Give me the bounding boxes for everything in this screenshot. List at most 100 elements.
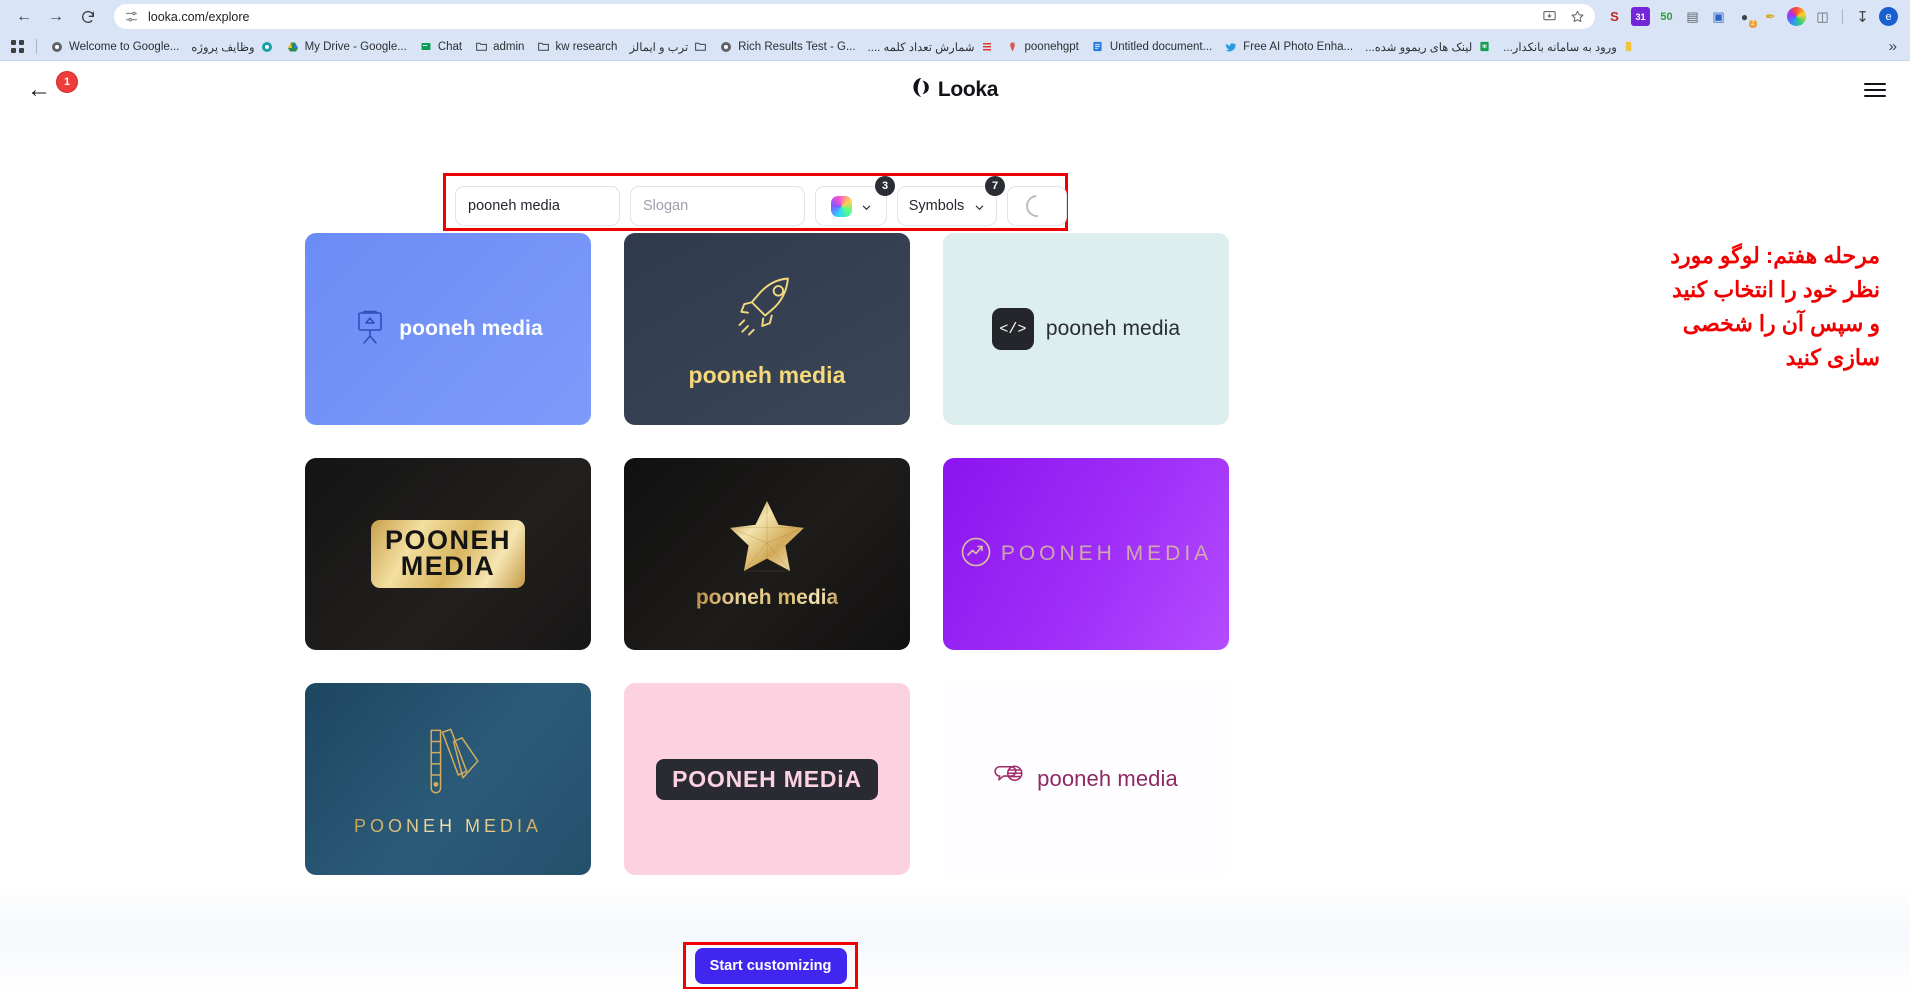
business-name-input[interactable]: pooneh media [455, 186, 620, 226]
globe-icon [260, 40, 274, 54]
symbols-filter-dropdown[interactable]: Symbols 7 [897, 186, 997, 226]
calendar-extension-icon[interactable]: 31 [1631, 7, 1650, 26]
bookmark-label: ورود به سامانه بانکدار... [1503, 40, 1617, 54]
logo-card[interactable]: POONEH MEDiA [624, 683, 910, 875]
site-settings-icon[interactable] [124, 9, 139, 24]
app-header: ← 1 Looka [0, 61, 1910, 119]
bookmark-label: Rich Results Test - G... [738, 41, 855, 53]
back-arrow-icon[interactable]: ← [24, 75, 54, 105]
notes-extension-icon[interactable]: ▤ [1683, 7, 1702, 26]
bookmarks-divider [36, 39, 37, 54]
back-icon[interactable]: ← [10, 3, 38, 31]
bookmark-item[interactable]: Rich Results Test - G... [714, 38, 860, 56]
bookmarks-bar: Welcome to Google... وظایف پروژه My Driv… [0, 33, 1910, 60]
bookmark-label: Welcome to Google... [69, 41, 179, 53]
logo-search-bar: pooneh media Slogan 3 Symbols 7 [455, 186, 1067, 226]
logo-card[interactable]: pooneh media [305, 233, 591, 425]
bookmark-item[interactable]: لینک های ریموو شده... [1360, 38, 1496, 56]
annotation-line-1: مرحله هفتم: لوگو مورد [1550, 239, 1880, 273]
bookmark-label: poonehgpt [1025, 41, 1079, 53]
google-chrome-icon [50, 40, 64, 54]
gold-plate: POONEH MEDIA [371, 520, 525, 587]
battery-extension-icon[interactable]: ◫ [1813, 7, 1832, 26]
url-text: looka.com/explore [148, 10, 249, 24]
color-filter-dropdown[interactable]: 3 [815, 186, 887, 226]
bookmark-item[interactable]: ورود به سامانه بانکدار... [1498, 38, 1641, 56]
highlighter-extension-icon[interactable]: ✒ [1761, 7, 1780, 26]
logo-card[interactable]: POONEH MEDIA [305, 683, 591, 875]
apps-grid-icon[interactable] [8, 37, 28, 57]
logo-text: POONEH MEDiA [656, 759, 878, 800]
forward-icon[interactable]: → [42, 3, 70, 31]
logo-card[interactable]: pooneh media [624, 233, 910, 425]
logo-card[interactable]: POONEH MEDIA [305, 458, 591, 650]
bookmark-label: وظایف پروژه [191, 40, 254, 54]
install-app-icon[interactable] [1542, 9, 1557, 24]
step-badge: 1 [56, 71, 78, 93]
color-count-badge: 3 [875, 176, 895, 196]
seo-extension-icon[interactable]: S [1605, 7, 1624, 26]
easel-artboard-icon [353, 309, 387, 350]
bookmark-item[interactable]: Chat [414, 38, 467, 56]
color-fan-swatch-icon [411, 721, 485, 808]
address-bar[interactable]: looka.com/explore [114, 4, 1595, 29]
bookmark-label: admin [493, 41, 524, 53]
bookmarks-overflow-button[interactable]: » [1884, 38, 1902, 55]
downloads-icon[interactable]: ↧ [1853, 7, 1872, 26]
color-swatch-icon [831, 196, 852, 217]
grammar-extension-icon[interactable]: ●1 [1735, 7, 1754, 26]
bookmark-item[interactable]: ترب و ایمالز [624, 38, 712, 56]
bookmark-item[interactable]: شمارش تعداد کلمه .... [863, 38, 999, 56]
logo-text: pooneh media [696, 586, 838, 610]
hamburger-menu-icon[interactable] [1864, 83, 1886, 97]
bookmark-label: My Drive - Google... [305, 41, 407, 53]
bookmark-label: لینک های ریموو شده... [1365, 40, 1472, 54]
bookmark-item[interactable]: Free AI Photo Enha... [1219, 38, 1358, 56]
tv-extension-icon[interactable]: ▣ [1709, 7, 1728, 26]
logo-text: POONEH MEDIA [1001, 542, 1212, 566]
logo-card[interactable]: POONEH MEDIA [943, 458, 1229, 650]
bookmark-item[interactable]: Untitled document... [1086, 38, 1217, 56]
yellow-icon [1622, 40, 1636, 54]
bookmark-item[interactable]: kw research [531, 38, 622, 56]
bookmark-star-icon[interactable] [1570, 9, 1585, 24]
logo-text: pooneh media [399, 317, 543, 341]
bookmark-item[interactable]: وظایف پروژه [186, 38, 278, 56]
profile-avatar[interactable]: e [1879, 7, 1898, 26]
code-brackets-icon: </> [992, 308, 1034, 350]
start-customizing-button[interactable]: Start customizing [695, 948, 847, 984]
symbols-label: Symbols [909, 198, 965, 214]
red-list-icon [980, 40, 994, 54]
growth-chart-circle-icon [960, 536, 992, 573]
bookmark-label: Chat [438, 41, 462, 53]
extension-toolbar: S 31 50 ▤ ▣ ●1 ✒ ◫ ↧ e [1605, 7, 1900, 26]
slogan-input[interactable]: Slogan [630, 186, 805, 226]
bookmark-item[interactable]: My Drive - Google... [281, 38, 412, 56]
looka-brand[interactable]: Looka [912, 77, 998, 104]
persian-annotation: مرحله هفتم: لوگو مورد نظر خود را انتخاب … [1550, 239, 1880, 375]
search-loading-indicator [1007, 186, 1067, 226]
logo-results-grid: pooneh media pooneh media </> pooneh med… [305, 233, 1229, 875]
bottom-fade-overlay [0, 887, 1910, 989]
loading-spinner-icon [1022, 191, 1053, 222]
folder-icon [693, 40, 707, 54]
browser-chrome: ← → looka.com/explore S 31 50 ▤ [0, 0, 1910, 61]
color-extension-icon[interactable] [1787, 7, 1806, 26]
logo-text: pooneh media [1037, 766, 1178, 792]
bookmark-item[interactable]: poonehgpt [1001, 38, 1084, 56]
money-extension-icon[interactable]: 50 [1657, 7, 1676, 26]
logo-card[interactable]: pooneh media [943, 683, 1229, 875]
bookmark-item[interactable]: Welcome to Google... [45, 38, 184, 56]
chat-icon [419, 40, 433, 54]
drive-icon [286, 40, 300, 54]
brand-name: Looka [938, 78, 998, 102]
symbols-count-badge: 7 [985, 176, 1005, 196]
reload-icon[interactable] [74, 3, 102, 31]
folder-icon [536, 40, 550, 54]
bookmark-item[interactable]: admin [469, 38, 529, 56]
star-icon [728, 499, 806, 578]
logo-card[interactable]: pooneh media [624, 458, 910, 650]
bookmark-label: ترب و ایمالز [629, 40, 688, 54]
sheets-icon [1477, 40, 1491, 54]
logo-card[interactable]: </> pooneh media [943, 233, 1229, 425]
